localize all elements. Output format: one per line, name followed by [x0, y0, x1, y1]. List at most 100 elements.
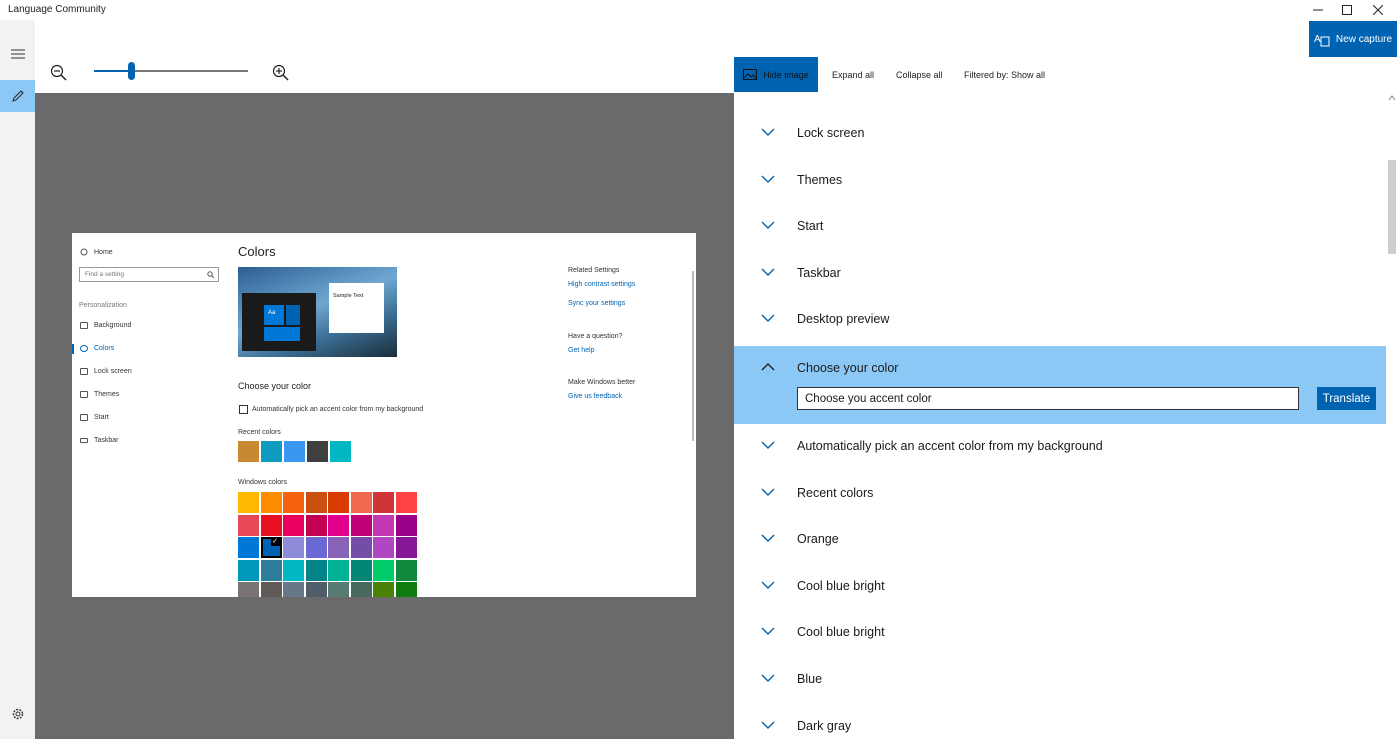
string-item[interactable]: Orange [734, 517, 1386, 564]
close-icon [1373, 5, 1383, 15]
preview-section-label: Personalization [79, 302, 127, 309]
palette-swatch [395, 492, 417, 513]
recent-color-swatch [238, 441, 259, 462]
filter-button[interactable]: Filtered by: Show all [964, 57, 1045, 92]
palette-swatch [395, 582, 417, 597]
close-button[interactable] [1358, 0, 1398, 20]
image-icon [743, 69, 758, 80]
edit-button[interactable] [0, 80, 35, 112]
chevron-down-icon[interactable] [761, 720, 775, 730]
string-item[interactable]: Desktop preview [734, 297, 1386, 344]
chevron-down-icon[interactable] [761, 440, 775, 450]
preview-nav-item: Taskbar [80, 437, 119, 444]
string-item-label: Dark gray [797, 718, 852, 733]
chevron-down-icon[interactable] [761, 220, 775, 230]
string-item[interactable]: Blue [734, 657, 1386, 704]
preview-theme-image: Aa Sample Text [238, 267, 397, 357]
palette-swatch [283, 537, 304, 558]
preview-link-feedback: Give us feedback [568, 393, 623, 400]
captured-screenshot: Home Find a setting Personalization Back… [72, 233, 696, 597]
chevron-down-icon[interactable] [761, 487, 775, 497]
expand-all-button[interactable]: Expand all [832, 57, 874, 92]
palette-swatch [328, 559, 349, 581]
preview-sample-window: Sample Text [329, 283, 384, 333]
palette-swatch [238, 514, 259, 536]
palette-swatch [373, 582, 394, 597]
recent-color-swatch [261, 441, 282, 462]
palette-swatch [395, 537, 417, 558]
string-item[interactable]: Themes [734, 158, 1386, 205]
string-item[interactable]: Dark gray [734, 704, 1386, 739]
chevron-up-icon[interactable] [761, 362, 775, 372]
zoom-slider-thumb[interactable] [127, 62, 135, 80]
chevron-down-icon[interactable] [761, 267, 775, 277]
palette-swatch [305, 514, 327, 536]
string-item[interactable]: Taskbar [734, 251, 1386, 298]
start-icon [80, 414, 88, 421]
translate-button[interactable]: Translate [1317, 387, 1376, 410]
palette-swatch [328, 492, 349, 513]
taskbar-icon [80, 438, 88, 443]
svg-text:A: A [1314, 34, 1321, 45]
string-item[interactable]: Lock screen [734, 111, 1386, 158]
preview-nav-label: Start [94, 414, 109, 421]
preview-tile: Aa [264, 305, 284, 325]
zoom-in-button[interactable] [272, 64, 292, 84]
preview-search-placeholder: Find a setting [85, 271, 125, 278]
recent-color-swatch [284, 441, 305, 462]
string-item[interactable]: Start [734, 204, 1386, 251]
settings-button[interactable] [0, 698, 35, 730]
palette-swatch [350, 582, 372, 597]
preview-nav-label: Background [94, 322, 132, 329]
palette-swatch [305, 582, 327, 597]
string-item-label: Choose your color [797, 361, 899, 375]
preview-nav-label: Lock screen [94, 368, 132, 375]
new-capture-button[interactable]: A New capture [1309, 21, 1397, 57]
string-item[interactable]: Recent colors [734, 471, 1386, 518]
list-scrollbar-thumb[interactable] [1388, 160, 1396, 254]
chevron-down-icon[interactable] [761, 673, 775, 683]
palette-swatch [283, 514, 304, 536]
palette-swatch [328, 582, 349, 597]
preview-nav-label: Themes [94, 391, 120, 398]
chevron-down-icon[interactable] [761, 313, 775, 323]
string-item[interactable]: Cool blue bright [734, 564, 1386, 611]
string-item-expanded[interactable]: Choose your color Translate [734, 346, 1386, 424]
preview-question: Have a question? [568, 333, 623, 340]
title-bar: Language Community [0, 0, 1398, 20]
preview-link-help: Get help [568, 347, 595, 354]
preview-tile [264, 327, 300, 341]
palette-swatch [238, 537, 259, 558]
collapse-all-button[interactable]: Collapse all [896, 57, 943, 92]
preview-tile [286, 305, 300, 325]
palette-swatch [373, 514, 394, 536]
string-item[interactable]: Cool blue bright [734, 610, 1386, 657]
string-item[interactable]: Automatically pick an accent color from … [734, 424, 1386, 471]
palette-swatch [328, 537, 349, 558]
chevron-down-icon[interactable] [761, 626, 775, 636]
maximize-icon [1342, 5, 1352, 15]
menu-button[interactable] [0, 38, 35, 70]
palette-swatch [260, 514, 282, 536]
preview-search: Find a setting [79, 267, 219, 282]
palette-swatch [260, 559, 282, 581]
chevron-down-icon[interactable] [761, 580, 775, 590]
chevron-down-icon[interactable] [761, 174, 775, 184]
string-item-label: Recent colors [797, 485, 874, 500]
preview-link-sync: Sync your settings [568, 300, 626, 307]
palette-swatch [260, 582, 282, 597]
translation-input[interactable] [797, 387, 1299, 410]
preview-nav-home-label: Home [94, 248, 113, 256]
palette-swatch [350, 514, 372, 536]
zoom-out-button[interactable] [50, 64, 70, 84]
list-scrollbar[interactable] [1386, 93, 1398, 739]
brush-icon [80, 391, 88, 398]
chevron-down-icon[interactable] [761, 533, 775, 543]
new-capture-label: New capture [1335, 33, 1393, 45]
palette-swatch [328, 514, 349, 536]
zoom-slider-fill [94, 70, 131, 72]
string-item-label: Orange [797, 532, 839, 547]
chevron-down-icon[interactable] [761, 127, 775, 137]
hide-image-button[interactable]: Hide image [734, 57, 818, 92]
preview-nav-item: Start [80, 414, 109, 421]
